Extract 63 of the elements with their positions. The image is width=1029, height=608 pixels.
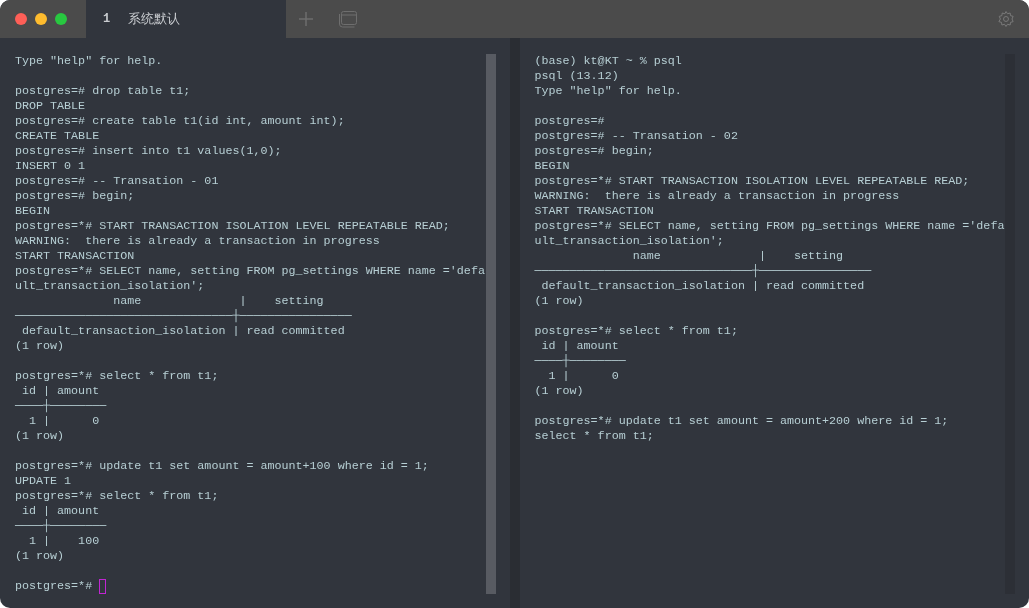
terminal-line: name | setting — [631, 249, 844, 263]
terminal-line: postgres=# -- Transation - 01 — [15, 174, 219, 188]
terminal-line: postgres=# insert into t1 values(1,0); — [15, 144, 282, 158]
terminal-line: postgres=*# START TRANSACTION ISOLATION LEVEL REPEATABLE READ; — [15, 219, 450, 233]
terminal-line: postgres=*# SELECT name, setting FROM pg_settings WHERE name ='defa — [534, 219, 1005, 233]
terminal-line: (1 row) — [15, 549, 65, 563]
terminal-line: psql (13.12) — [534, 69, 619, 83]
terminal-line: ────┼──────── — [15, 399, 107, 413]
terminal-line: (1 row) — [15, 339, 65, 353]
settings-icon[interactable] — [997, 10, 1015, 28]
terminal-line: ult_transaction_isolation'; — [534, 234, 724, 248]
terminal-line: (1 row) — [534, 384, 584, 398]
terminal-line: postgres=*# update t1 set amount = amount+200 where id = 1; — [534, 414, 949, 428]
terminal-line: ────┼──────── — [15, 519, 107, 533]
terminal-line: name | setting — [112, 294, 324, 308]
terminal-line: postgres=*# update t1 set amount = amount+100 where id = 1; — [15, 459, 429, 473]
windows-icon[interactable] — [338, 10, 358, 28]
terminal-line: postgres=*# select * from t1; — [15, 369, 219, 383]
terminal-line: START TRANSACTION — [15, 249, 135, 263]
terminal-line: postgres=*# select * from t1; — [534, 324, 738, 338]
terminal-line: 1 | 0 — [28, 414, 100, 428]
terminal-line: id | amount — [21, 384, 100, 398]
terminal-line: default_transaction_isolation | read committed — [540, 279, 865, 293]
terminal-line: postgres=# — [534, 114, 605, 128]
terminal-line: CREATE TABLE — [15, 129, 100, 143]
terminal-line: Type "help" for help. — [15, 54, 163, 68]
terminal-line: INSERT 0 1 — [15, 159, 86, 173]
terminal-line: default_transaction_isolation | read committed — [21, 324, 345, 338]
terminal-line: UPDATE 1 — [15, 474, 72, 488]
terminal-line: WARNING: there is already a transaction in progress — [15, 234, 380, 248]
terminal-line: postgres=# begin; — [15, 189, 135, 203]
terminal-line: ────┼──────── — [534, 354, 626, 368]
terminal-line: ───────────────────────────────┼──────────────── — [534, 264, 872, 278]
terminal-line: postgres=*# START TRANSACTION ISOLATION LEVEL REPEATABLE READ; — [534, 174, 970, 188]
scrollbar-thumb[interactable] — [485, 54, 496, 594]
terminal-line: postgres=# begin; — [534, 144, 654, 158]
terminal-line: id | amount — [540, 339, 619, 353]
terminal-line: select * from t1; — [534, 429, 654, 443]
terminal-line: postgres=*# — [15, 579, 93, 593]
plus-icon[interactable] — [298, 11, 314, 27]
terminal-line: id | amount — [21, 504, 100, 518]
terminal-line: DROP TABLE — [15, 99, 86, 113]
terminal-line: BEGIN — [15, 204, 51, 218]
terminal-line: postgres=# create table t1(id int, amount int); — [15, 114, 345, 128]
terminal-line: postgres=# -- Transation - 02 — [534, 129, 738, 143]
terminal-tab[interactable]: 1 系统默认 — [86, 0, 286, 38]
terminal-line: postgres=*# SELECT name, setting FROM pg_settings WHERE name ='defa — [15, 264, 485, 278]
terminal-line: 1 | 0 — [547, 369, 619, 383]
terminal-line: BEGIN — [534, 159, 570, 173]
terminal-line: ───────────────────────────────┼──────────────── — [15, 309, 352, 323]
close-button[interactable] — [15, 13, 27, 25]
terminal-line: WARNING: there is already a transaction in progress — [534, 189, 900, 203]
terminal-line: 1 | 100 — [28, 534, 100, 548]
zoom-button[interactable] — [55, 13, 67, 25]
terminal-line: START TRANSACTION — [534, 204, 654, 218]
terminal-line: postgres=# drop table t1; — [15, 84, 191, 98]
terminal-line: (1 row) — [15, 429, 65, 443]
terminal-line: ult_transaction_isolation'; — [15, 279, 205, 293]
minimize-button[interactable] — [35, 13, 47, 25]
terminal-line: (1 row) — [534, 294, 584, 308]
terminal-line: postgres=*# select * from t1; — [15, 489, 219, 503]
terminal-line: (base) kt@KT ~ % psql — [534, 54, 682, 68]
terminal-line: Type "help" for help. — [534, 84, 682, 98]
